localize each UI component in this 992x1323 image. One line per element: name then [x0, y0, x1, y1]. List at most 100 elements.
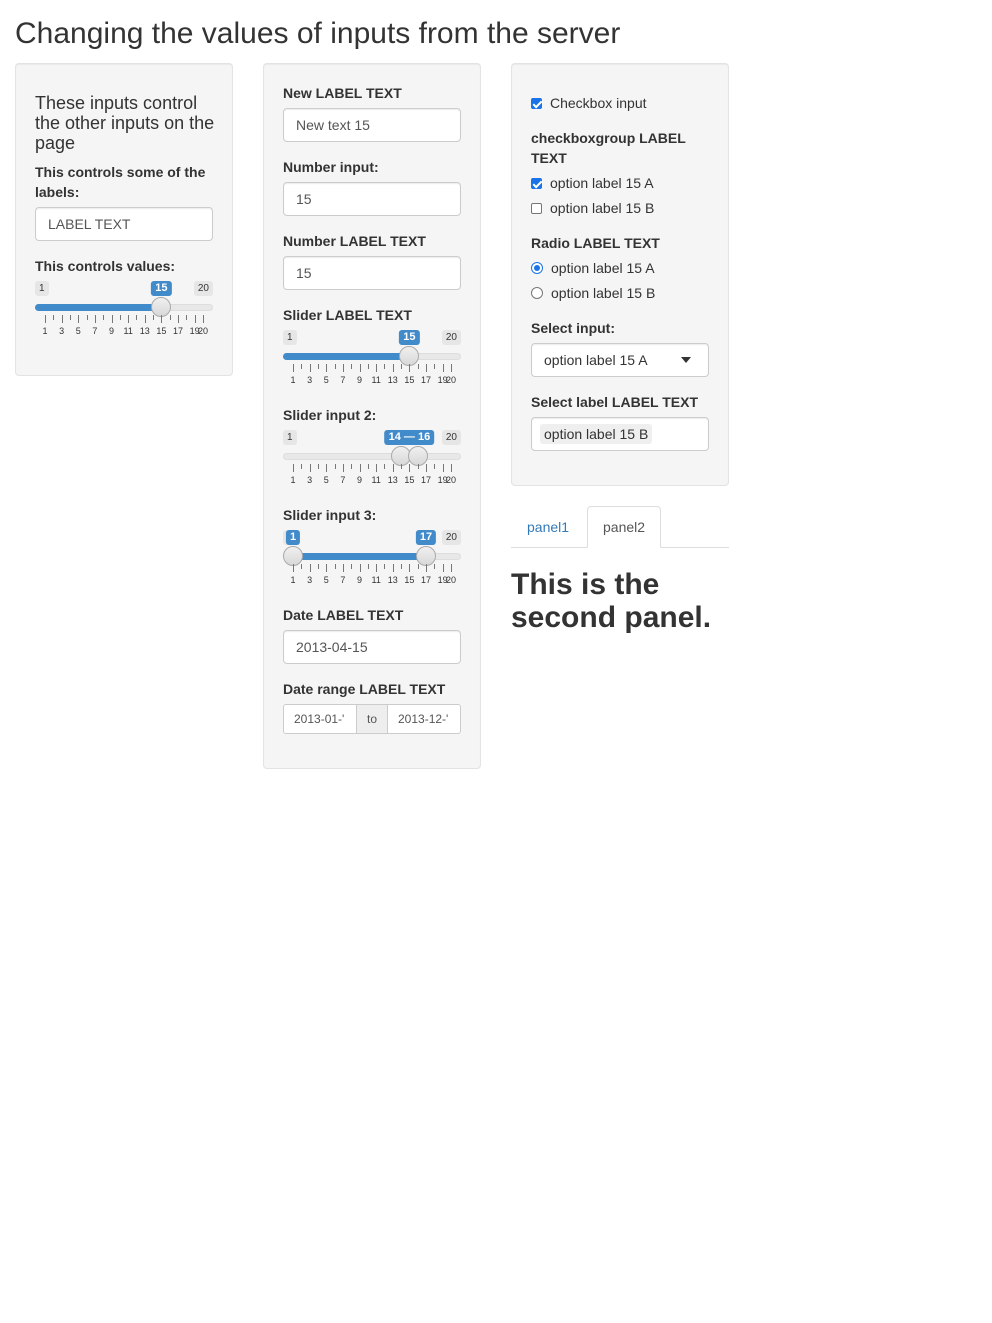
slider-tick	[301, 464, 303, 469]
slider-tick-label: 7	[92, 326, 98, 336]
slider-tick-label: 11	[123, 326, 133, 336]
slider-tick-label: 13	[139, 326, 150, 336]
slider-value-label: 15	[399, 330, 420, 345]
slider-min-label: 1	[283, 430, 297, 445]
slider-tick-label: 1	[290, 575, 296, 585]
slider-to-label: 17	[415, 530, 437, 545]
slider-tick	[384, 564, 386, 569]
slider-tick	[153, 315, 155, 320]
slider-tick	[301, 564, 303, 569]
slider-tick-label: 13	[387, 475, 398, 485]
selected-item-chip[interactable]: option label 15 B	[540, 424, 653, 444]
radio-button[interactable]	[531, 287, 543, 299]
date-input[interactable]: 2013-04-15	[283, 630, 461, 664]
slider-value-label: 15	[151, 281, 172, 296]
checkbox-group-label: checkboxgroup LABEL TEXT	[531, 130, 686, 166]
slider-input-2[interactable]: 1 20 14 — 16 1 3 5 7 9 11 13 15 17 19 20	[283, 430, 461, 490]
slider-tick	[401, 364, 403, 369]
radio-button[interactable]	[531, 262, 543, 274]
page-title: Changing the values of inputs from the s…	[15, 17, 621, 50]
checkbox-box[interactable]	[531, 202, 542, 214]
slider-tick-label: 17	[421, 375, 432, 385]
date-range-separator: to	[357, 704, 387, 734]
control-panel-heading: These inputs control the other inputs on…	[35, 93, 215, 153]
number-input[interactable]: 15	[283, 182, 461, 216]
slider-from-label: 1	[285, 530, 301, 545]
slider-tick	[161, 315, 163, 323]
checkbox-input-label: Checkbox input	[550, 95, 647, 111]
label-control-input[interactable]: LABEL TEXT	[35, 207, 213, 241]
slider-tick	[451, 564, 452, 572]
slider-tick	[451, 464, 452, 472]
checkbox-option-label: option label 15 A	[550, 175, 654, 191]
slider-tick	[94, 315, 96, 323]
slider-track[interactable]	[283, 453, 461, 460]
slider-tick	[293, 364, 294, 372]
slider-tick	[426, 564, 428, 572]
slider-tick-label: 20	[445, 575, 457, 585]
slider-tick	[434, 464, 436, 469]
slider-tick	[384, 464, 386, 469]
number-input-2[interactable]: 15	[283, 256, 461, 290]
slider-tick	[203, 315, 204, 323]
text-input[interactable]: New text 15	[283, 108, 461, 142]
slider-bar	[293, 553, 427, 560]
slider-tick	[409, 364, 411, 372]
slider-tick	[334, 364, 336, 369]
radio-option-a[interactable]: option label 15 A	[531, 258, 655, 278]
number-input-2-label: Number LABEL TEXT	[283, 233, 426, 249]
slider-handle[interactable]	[399, 346, 420, 366]
slider-handle-to[interactable]	[407, 446, 428, 466]
value-control-slider[interactable]: 1 20 15 1 3 5 7 9 11 13 15 17 19 20	[35, 281, 213, 341]
date-range-start[interactable]: 2013-01-'	[283, 704, 357, 734]
checkbox-box[interactable]	[531, 177, 542, 189]
slider-tick	[367, 564, 369, 569]
slider-tick-label: 17	[173, 326, 184, 336]
checkbox-option-label: option label 15 B	[550, 200, 655, 216]
date-label: Date LABEL TEXT	[283, 607, 404, 623]
slider-tick	[317, 364, 319, 369]
slider-tick	[442, 564, 444, 572]
slider-tick	[326, 464, 328, 472]
slider-tick	[293, 564, 294, 572]
slider-tick-label: 20	[445, 475, 457, 485]
slider-tick-label: 11	[371, 475, 381, 485]
radio-group-label: Radio LABEL TEXT	[531, 235, 660, 251]
slider-tick	[409, 564, 411, 572]
slider-max-label: 20	[441, 330, 461, 345]
slider-tick	[392, 464, 394, 472]
slider-tick	[301, 364, 303, 369]
slider-tick	[342, 564, 344, 572]
chevron-down-icon[interactable]	[681, 357, 691, 363]
slider-tick	[186, 315, 188, 320]
tab-panel1[interactable]: panel1	[511, 507, 586, 547]
slider-tick	[178, 315, 180, 323]
slider-input[interactable]: 1 20 15 1 3 5 7 9 11 13 15 17 19 20	[283, 330, 461, 390]
select-2-input[interactable]: option label 15 B	[531, 417, 709, 451]
slider-tick-label: 5	[323, 575, 329, 585]
tab-panel2[interactable]: panel2	[587, 506, 661, 548]
slider-tick-label: 20	[197, 326, 209, 336]
slider-tick	[409, 464, 411, 472]
slider-input-3[interactable]: 12011713579111315171920	[283, 530, 461, 590]
checkbox-input[interactable]: Checkbox input	[531, 93, 647, 113]
radio-option-b[interactable]: option label 15 B	[531, 283, 655, 303]
slider-handle-to[interactable]	[416, 546, 437, 566]
slider-tick	[417, 364, 419, 369]
date-range-end[interactable]: 2013-12-'	[387, 704, 461, 734]
slider-handle-from[interactable]	[283, 546, 303, 566]
slider-tick-label: 11	[371, 375, 381, 385]
checkbox-group-option-a[interactable]: option label 15 A	[531, 173, 654, 193]
slider-bar	[283, 353, 410, 360]
slider-tick	[317, 564, 319, 569]
slider-tick	[326, 364, 328, 372]
slider-tick-label: 17	[421, 475, 432, 485]
slider-tick-label: 15	[156, 326, 167, 336]
checkbox-group-option-b[interactable]: option label 15 B	[531, 198, 654, 218]
slider-tick-label: 13	[387, 375, 398, 385]
slider-tick-label: 5	[75, 326, 81, 336]
slider-min-label: 1	[35, 281, 49, 296]
checkbox-box[interactable]	[531, 97, 542, 109]
slider-handle[interactable]	[151, 297, 172, 317]
slider-tick	[111, 315, 113, 323]
